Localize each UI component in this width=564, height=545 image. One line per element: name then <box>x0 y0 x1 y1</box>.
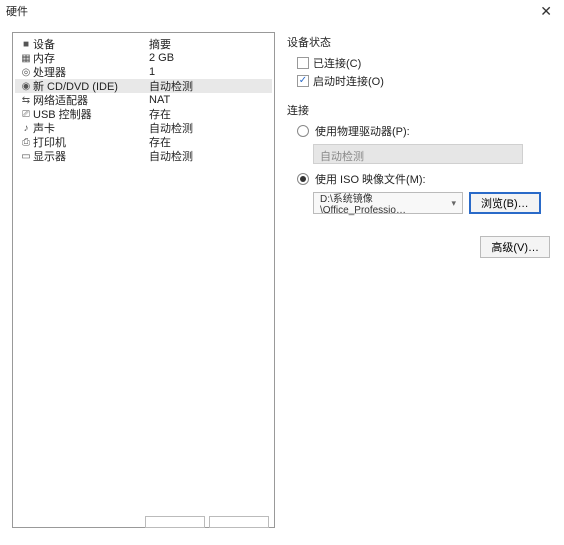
device-summary: NAT <box>149 94 268 106</box>
device-icon: ▦ <box>19 53 33 64</box>
iso-radio[interactable] <box>297 173 309 185</box>
iso-label: 使用 ISO 映像文件(M): <box>315 171 426 187</box>
device-summary: 1 <box>149 66 268 78</box>
device-icon: ♪ <box>19 123 33 134</box>
hardware-list-panel: ■设备摘要▦内存2 GB◎处理器1◉新 CD/DVD (IDE)自动检测⇆网络适… <box>12 32 275 528</box>
iso-path-value: D:\系统镜像\Office_Professio… <box>320 190 451 216</box>
device-summary: 2 GB <box>149 52 268 64</box>
device-icon: ▭ <box>19 151 33 162</box>
hardware-row[interactable]: ⎚USB 控制器存在 <box>15 107 272 121</box>
connect-at-startup-checkbox[interactable] <box>297 75 309 87</box>
device-summary: 自动检测 <box>149 78 268 94</box>
connected-label: 已连接(C) <box>313 55 361 71</box>
physical-drive-radio[interactable] <box>297 125 309 137</box>
hardware-row[interactable]: ▦内存2 GB <box>15 51 272 65</box>
close-icon[interactable]: ✕ <box>536 3 556 20</box>
device-icon: ⇆ <box>19 95 33 106</box>
device-icon: ◎ <box>19 67 33 78</box>
hardware-row[interactable]: ■设备摘要 <box>15 37 272 51</box>
hardware-row[interactable]: ⇆网络适配器NAT <box>15 93 272 107</box>
hardware-row[interactable]: ◎处理器1 <box>15 65 272 79</box>
device-name: 显示器 <box>33 148 149 164</box>
remove-button[interactable] <box>209 516 269 528</box>
device-icon: ◉ <box>19 81 33 92</box>
browse-button[interactable]: 浏览(B)… <box>469 192 541 214</box>
device-icon: ⎚ <box>19 109 33 120</box>
device-summary: 摘要 <box>149 36 268 52</box>
iso-path-combo[interactable]: D:\系统镜像\Office_Professio… ▾ <box>313 192 463 214</box>
advanced-button[interactable]: 高级(V)… <box>480 236 550 258</box>
connect-at-startup-label: 启动时连接(O) <box>313 73 384 89</box>
add-button[interactable] <box>145 516 205 528</box>
device-summary: 自动检测 <box>149 148 268 164</box>
device-icon: ⎙ <box>19 137 33 148</box>
connected-checkbox[interactable] <box>297 57 309 69</box>
hardware-row[interactable]: ⎙打印机存在 <box>15 135 272 149</box>
window-title: 硬件 <box>6 3 28 19</box>
physical-drive-label: 使用物理驱动器(P): <box>315 123 410 139</box>
chevron-down-icon: ▾ <box>451 198 456 209</box>
device-status-title: 设备状态 <box>287 34 556 50</box>
hardware-row[interactable]: ♪声卡自动检测 <box>15 121 272 135</box>
settings-panel: 设备状态 已连接(C) 启动时连接(O) 连接 使用物理驱动器(P): 自动检测… <box>287 32 556 528</box>
device-icon: ■ <box>19 39 33 50</box>
connection-title: 连接 <box>287 102 556 118</box>
hardware-row[interactable]: ▭显示器自动检测 <box>15 149 272 163</box>
hardware-row[interactable]: ◉新 CD/DVD (IDE)自动检测 <box>15 79 272 93</box>
physical-drive-combo: 自动检测 <box>313 144 523 164</box>
